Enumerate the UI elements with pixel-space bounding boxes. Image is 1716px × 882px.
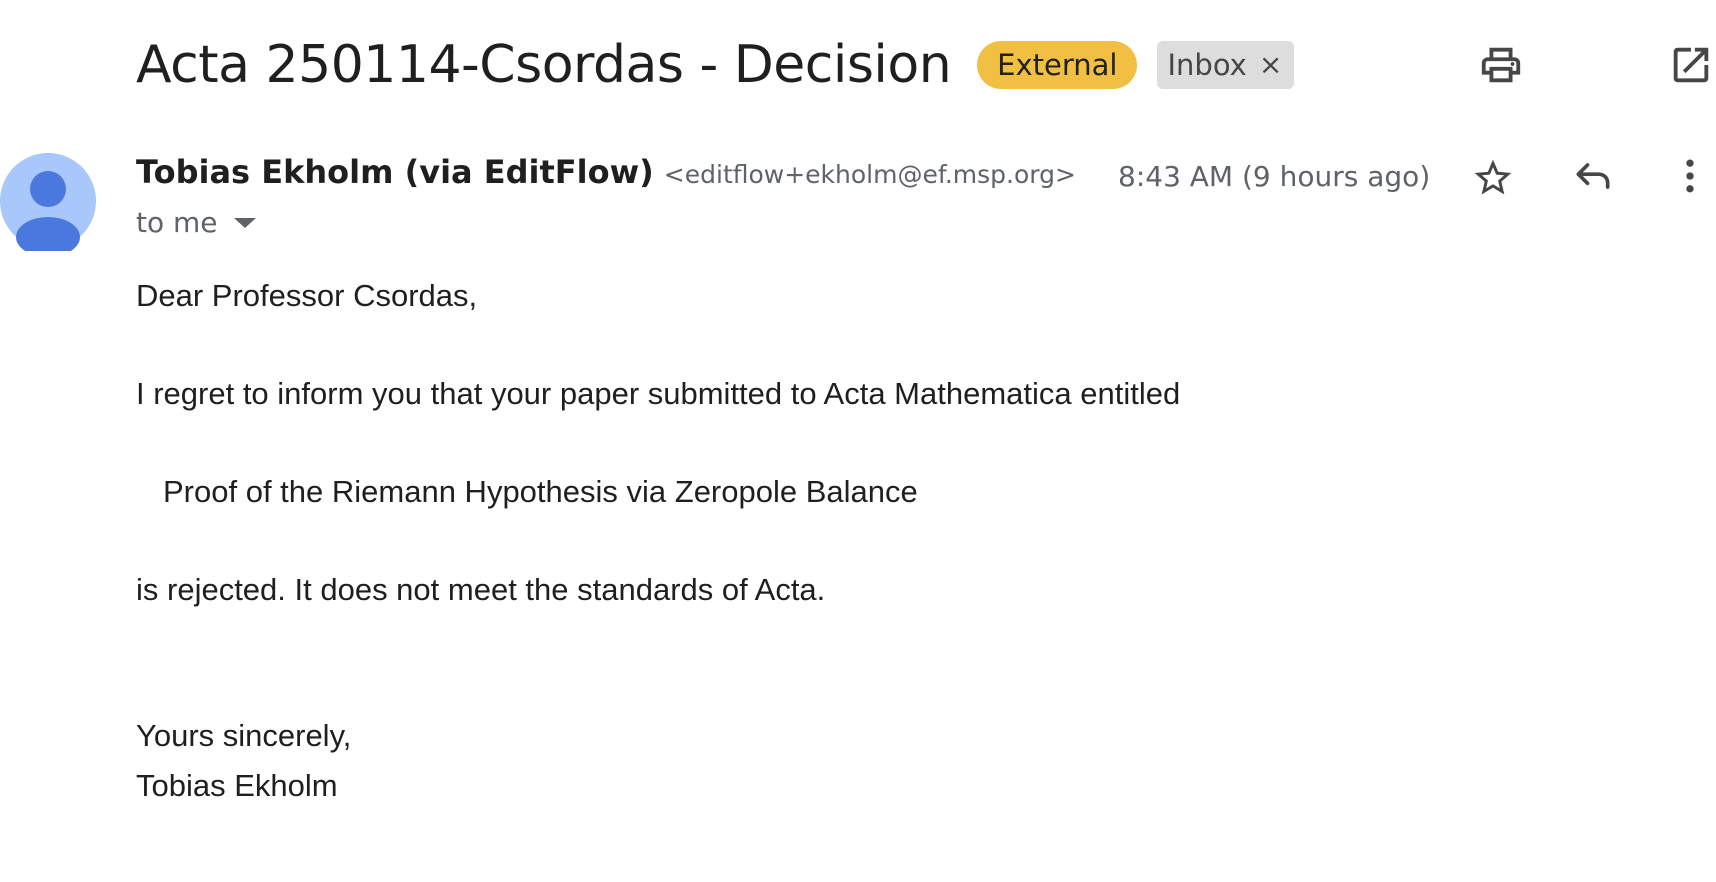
email-body-line-1: I regret to inform you that your paper s… xyxy=(136,376,1181,411)
inbox-label[interactable]: Inbox × xyxy=(1157,41,1295,89)
sender-avatar[interactable] xyxy=(0,151,96,251)
recipient-details-toggle[interactable]: to me xyxy=(136,206,256,239)
star-icon[interactable] xyxy=(1471,156,1515,200)
email-signature: Tobias Ekholm xyxy=(136,768,338,803)
print-icon[interactable] xyxy=(1478,42,1524,88)
email-body-line-2: is rejected. It does not meet the standa… xyxy=(136,572,826,607)
remove-label-icon[interactable]: × xyxy=(1259,48,1282,82)
email-subject: Acta 250114-Csordas - Decision xyxy=(136,35,952,95)
sender-email: <editflow+ekholm@ef.msp.org> xyxy=(663,160,1076,189)
subject-row: Acta 250114-Csordas - Decision External … xyxy=(136,30,1295,100)
email-timestamp: 8:43 AM (9 hours ago) xyxy=(1118,160,1431,193)
reply-icon[interactable] xyxy=(1571,154,1615,198)
sender-row: Tobias Ekholm (via EditFlow) <editflow+e… xyxy=(136,153,1076,199)
recipient-text: to me xyxy=(136,206,218,239)
email-closing: Yours sincerely, xyxy=(136,718,352,753)
paper-title: Proof of the Riemann Hypothesis via Zero… xyxy=(163,474,918,509)
chevron-down-icon xyxy=(233,217,256,228)
avatar-icon xyxy=(0,153,96,251)
more-vertical-icon[interactable] xyxy=(1668,154,1712,198)
email-greeting: Dear Professor Csordas, xyxy=(136,278,478,313)
inbox-label-text: Inbox xyxy=(1167,48,1247,82)
external-label: External xyxy=(977,41,1138,89)
open-in-new-window-icon[interactable] xyxy=(1668,42,1714,88)
sender-name[interactable]: Tobias Ekholm (via EditFlow) xyxy=(136,153,654,191)
